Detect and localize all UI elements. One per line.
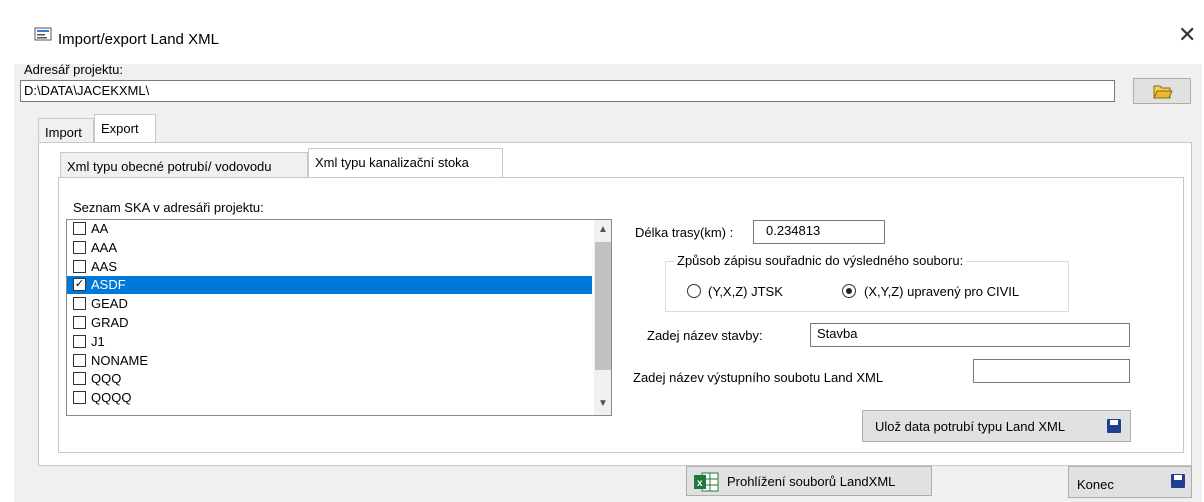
tab-sewer[interactable]: Xml typu kanalizační stoka bbox=[308, 148, 503, 179]
list-item-label: AAS bbox=[91, 258, 118, 274]
window-title: Import/export Land XML bbox=[58, 31, 219, 48]
list-item-label: GEAD bbox=[91, 296, 128, 312]
list-item[interactable]: QQQQ bbox=[67, 389, 592, 407]
list-item-label: AA bbox=[91, 221, 109, 236]
app-icon bbox=[34, 25, 52, 43]
checkbox[interactable] bbox=[73, 372, 86, 386]
list-item[interactable]: AAA bbox=[67, 239, 592, 257]
checkbox[interactable] bbox=[73, 259, 86, 273]
route-length-label: Délka trasy(km) : bbox=[635, 225, 734, 240]
scroll-down-icon[interactable]: ▼ bbox=[598, 398, 608, 409]
list-item-label: GRAD bbox=[91, 315, 129, 330]
checkbox[interactable] bbox=[73, 353, 86, 367]
building-name-label: Zadej název stavby: bbox=[647, 328, 763, 343]
tab-import[interactable]: Import bbox=[38, 118, 94, 142]
save-landxml-button[interactable]: Ulož data potrubí typu Land XML bbox=[862, 410, 1131, 442]
list-item-label: AAA bbox=[91, 239, 118, 255]
list-item-label: NONAME bbox=[91, 352, 149, 368]
list-item[interactable]: AAS bbox=[67, 258, 592, 276]
excel-icon: x bbox=[694, 472, 719, 492]
project-dir-input[interactable]: D:\DATA\JACEKXML\ bbox=[20, 80, 1115, 102]
checkbox[interactable] bbox=[73, 240, 86, 254]
radio-civil-label[interactable]: (X,Y,Z) upravený pro CIVIL bbox=[864, 284, 1019, 299]
radio-jtsk[interactable] bbox=[687, 284, 701, 298]
folder-open-icon bbox=[1153, 85, 1173, 99]
close-icon[interactable]: ✕ bbox=[1178, 24, 1196, 46]
close-dialog-button[interactable]: Konec bbox=[1068, 466, 1192, 498]
tab-general-pipe[interactable]: Xml typu obecné potrubí/ vodovodu bbox=[60, 152, 308, 178]
checkbox[interactable] bbox=[73, 391, 86, 405]
list-item[interactable]: GEAD bbox=[67, 295, 592, 313]
list-label: Seznam SKA v adresáři projektu: bbox=[73, 200, 264, 215]
project-dir-label: Adresář projektu: bbox=[24, 62, 123, 77]
radio-civil[interactable] bbox=[842, 284, 856, 298]
list-item[interactable]: J1 bbox=[67, 333, 592, 351]
ska-listbox[interactable]: AA AAA AAS ✓ ASDF GEAD GRAD J1 NONAME QQQ QQQQ ▲ ▼ bbox=[66, 219, 612, 416]
radio-jtsk-label[interactable]: (Y,X,Z) JTSK bbox=[708, 284, 783, 299]
svg-text:x: x bbox=[697, 478, 703, 489]
browse-button-label: Prohlížení souborů LandXML bbox=[727, 474, 896, 489]
list-item-label: QQQ bbox=[91, 371, 122, 387]
list-item[interactable]: AA bbox=[67, 220, 592, 238]
tab-export[interactable]: Export bbox=[94, 114, 156, 143]
list-item[interactable]: NONAME bbox=[67, 352, 592, 370]
save-button-label: Ulož data potrubí typu Land XML bbox=[875, 419, 1066, 434]
scroll-thumb[interactable] bbox=[595, 242, 611, 370]
open-folder-button[interactable] bbox=[1133, 78, 1191, 104]
list-scrollbar[interactable]: ▲ ▼ bbox=[594, 220, 611, 415]
list-item-label: QQQQ bbox=[91, 390, 132, 406]
list-item-label: J1 bbox=[91, 333, 105, 349]
floppy-icon bbox=[1171, 474, 1185, 488]
checkbox[interactable] bbox=[73, 297, 86, 311]
list-item[interactable]: QQQ bbox=[67, 370, 592, 388]
list-item[interactable]: ✓ ASDF bbox=[67, 276, 592, 295]
route-length-field[interactable]: 0.234813 bbox=[753, 220, 885, 244]
radio-selected-dot bbox=[846, 288, 852, 294]
list-item[interactable]: GRAD bbox=[67, 314, 592, 332]
checkbox[interactable] bbox=[73, 334, 86, 348]
close-button-label: Konec bbox=[1077, 477, 1114, 492]
checkbox[interactable] bbox=[73, 222, 86, 235]
output-file-label: Zadej název výstupního soubotu Land XML bbox=[633, 370, 884, 385]
checkbox-checked[interactable]: ✓ bbox=[73, 278, 86, 292]
floppy-icon bbox=[1107, 419, 1121, 433]
output-file-field[interactable] bbox=[973, 359, 1130, 383]
scroll-up-icon[interactable]: ▲ bbox=[598, 224, 608, 235]
browse-landxml-button[interactable]: x Prohlížení souborů LandXML bbox=[686, 466, 932, 496]
list-item-label: ASDF bbox=[91, 277, 126, 293]
coords-group-label: Způsob zápisu souřadnic do výsledného so… bbox=[674, 253, 967, 268]
building-name-field[interactable]: Stavba bbox=[810, 323, 1130, 347]
checkbox[interactable] bbox=[73, 316, 86, 329]
